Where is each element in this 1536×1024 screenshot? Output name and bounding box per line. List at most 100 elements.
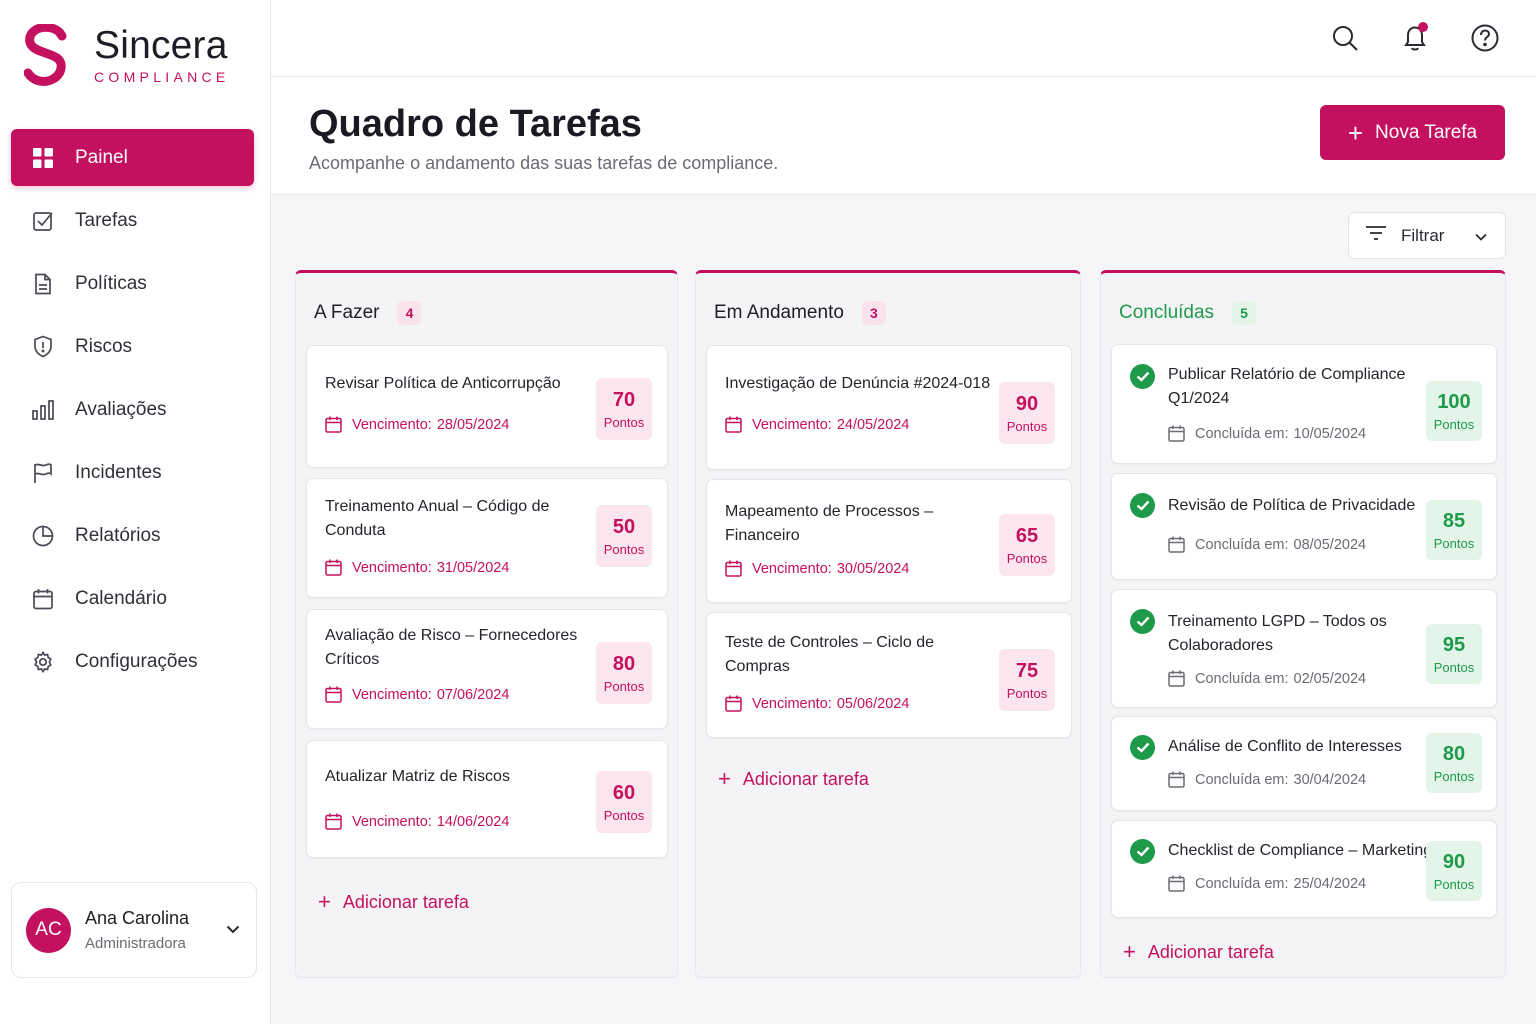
task-card[interactable]: Treinamento Anual – Código de Conduta Ve… bbox=[306, 478, 668, 598]
check-circle-icon bbox=[1130, 493, 1155, 518]
calendar-icon bbox=[725, 560, 742, 577]
topbar bbox=[271, 0, 1536, 77]
column-count-badge: 4 bbox=[397, 301, 422, 325]
calendar-icon bbox=[1168, 875, 1185, 892]
filter-button[interactable]: Filtrar bbox=[1348, 212, 1506, 259]
sidebar-item-label: Políticas bbox=[75, 272, 147, 294]
column-concluidas: Concluídas 5 Publicar Relatório de Compl… bbox=[1100, 270, 1506, 978]
plus-icon: + bbox=[718, 766, 731, 791]
check-circle-icon bbox=[1130, 609, 1155, 634]
sidebar-item-label: Relatórios bbox=[75, 524, 161, 546]
plus-icon: + bbox=[1347, 117, 1364, 148]
sidebar-item-label: Incidentes bbox=[75, 461, 162, 483]
brand-subtitle: COMPLIANCE bbox=[94, 69, 230, 85]
help-icon[interactable] bbox=[1469, 22, 1501, 54]
sidebar-item-label: Riscos bbox=[75, 335, 133, 357]
points-badge: 65 Pontos bbox=[999, 514, 1055, 576]
sidebar-item-label: Painel bbox=[75, 146, 128, 168]
task-completed-date: Concluída em: 10/05/2024 bbox=[1168, 425, 1366, 442]
points-badge: 85 Pontos bbox=[1426, 500, 1482, 560]
task-title: Atualizar Matriz de Riscos bbox=[325, 768, 510, 785]
calendar-icon bbox=[725, 416, 742, 433]
column-em-andamento: Em Andamento 3 Investigação de Denúncia … bbox=[695, 270, 1081, 978]
sidebar-item-tarefas[interactable]: Tarefas bbox=[11, 192, 254, 249]
new-task-button[interactable]: + Nova Tarefa bbox=[1320, 105, 1505, 160]
task-completed-date: Concluída em: 25/04/2024 bbox=[1168, 875, 1366, 892]
sidebar-item-riscos[interactable]: Riscos bbox=[11, 318, 254, 375]
avatar: AC bbox=[26, 907, 71, 953]
calendar-icon bbox=[325, 559, 342, 576]
calendar-icon bbox=[1168, 536, 1185, 553]
chevron-down-icon bbox=[1475, 226, 1487, 246]
points-badge: 75 Pontos bbox=[999, 649, 1055, 711]
add-task-button[interactable]: + Adicionar tarefa bbox=[1123, 941, 1274, 963]
bar-chart-icon bbox=[31, 398, 55, 422]
task-title: Teste de Controles – Ciclo de Compras bbox=[725, 634, 934, 675]
task-title: Checklist de Compliance – Marketing bbox=[1168, 842, 1433, 859]
column-a-fazer: A Fazer 4 Revisar Política de Anticorrup… bbox=[295, 270, 678, 978]
column-title: Em Andamento bbox=[714, 302, 844, 323]
column-count-badge: 3 bbox=[861, 301, 886, 325]
task-card[interactable]: Teste de Controles – Ciclo de Compras Ve… bbox=[706, 612, 1072, 738]
task-card[interactable]: Atualizar Matriz de Riscos Vencimento: 1… bbox=[306, 740, 668, 858]
points-badge: 70 Pontos bbox=[596, 378, 652, 440]
sidebar: Sincera COMPLIANCE Painel Tarefas Políti… bbox=[0, 0, 271, 1024]
task-card[interactable]: Revisão de Política de Privacidade Concl… bbox=[1111, 473, 1497, 580]
task-completed-date: Concluída em: 08/05/2024 bbox=[1168, 536, 1366, 553]
checkbox-icon bbox=[31, 209, 55, 233]
gear-icon bbox=[31, 650, 55, 674]
task-card[interactable]: Treinamento LGPD – Todos os Colaboradore… bbox=[1111, 589, 1497, 708]
task-card[interactable]: Avaliação de Risco – Fornecedores Crític… bbox=[306, 609, 668, 729]
sidebar-item-politicas[interactable]: Políticas bbox=[11, 255, 254, 312]
points-badge: 90 Pontos bbox=[1426, 841, 1482, 901]
user-name: Ana Carolina bbox=[85, 908, 190, 928]
task-title: Treinamento LGPD – Todos os Colaboradore… bbox=[1168, 613, 1387, 654]
sidebar-item-avaliacoes[interactable]: Avaliações bbox=[11, 381, 254, 438]
task-title: Publicar Relatório de Compliance Q1/2024 bbox=[1168, 366, 1406, 407]
calendar-icon bbox=[1168, 670, 1185, 687]
task-due-date: Vencimento: 14/06/2024 bbox=[325, 813, 509, 830]
sidebar-item-incidentes[interactable]: Incidentes bbox=[11, 444, 254, 501]
task-card[interactable]: Revisar Política de Anticorrupção Vencim… bbox=[306, 345, 668, 468]
task-title: Treinamento Anual – Código de Conduta bbox=[325, 498, 550, 539]
user-menu[interactable]: AC Ana Carolina Administradora bbox=[11, 882, 257, 978]
sidebar-item-relatorios[interactable]: Relatórios bbox=[11, 507, 254, 564]
points-badge: 95 Pontos bbox=[1426, 624, 1482, 684]
task-card[interactable]: Publicar Relatório de Compliance Q1/2024… bbox=[1111, 344, 1497, 464]
chevron-down-icon[interactable] bbox=[226, 921, 240, 939]
page-header: Quadro de Tarefas Acompanhe o andamento … bbox=[271, 77, 1536, 195]
search-icon[interactable] bbox=[1329, 22, 1361, 54]
task-card[interactable]: Análise de Conflito de Interesses Conclu… bbox=[1111, 716, 1497, 811]
flag-icon bbox=[31, 461, 55, 485]
task-title: Mapeamento de Processos – Financeiro bbox=[725, 503, 934, 544]
plus-icon: + bbox=[318, 889, 331, 914]
task-card[interactable]: Mapeamento de Processos – Financeiro Ven… bbox=[706, 479, 1072, 603]
sidebar-item-label: Configurações bbox=[75, 650, 198, 672]
calendar-icon bbox=[325, 813, 342, 830]
task-title: Revisar Política de Anticorrupção bbox=[325, 375, 561, 392]
sidebar-item-configuracoes[interactable]: Configurações bbox=[11, 633, 254, 690]
points-badge: 80 Pontos bbox=[1426, 733, 1482, 793]
points-badge: 50 Pontos bbox=[596, 505, 652, 567]
bell-icon[interactable] bbox=[1399, 22, 1431, 54]
sidebar-item-calendario[interactable]: Calendário bbox=[11, 570, 254, 627]
add-task-button[interactable]: + Adicionar tarefa bbox=[718, 768, 869, 790]
task-due-date: Vencimento: 28/05/2024 bbox=[325, 416, 509, 433]
add-task-button[interactable]: + Adicionar tarefa bbox=[318, 891, 469, 913]
task-completed-date: Concluída em: 30/04/2024 bbox=[1168, 771, 1366, 788]
sidebar-item-painel[interactable]: Painel bbox=[11, 129, 254, 186]
page-title: Quadro de Tarefas bbox=[309, 103, 642, 145]
task-card[interactable]: Investigação de Denúncia #2024-018 Venci… bbox=[706, 345, 1072, 470]
filter-label: Filtrar bbox=[1401, 225, 1445, 245]
task-card[interactable]: Checklist de Compliance – Marketing Conc… bbox=[1111, 820, 1497, 918]
page-subtitle: Acompanhe o andamento das suas tarefas d… bbox=[309, 153, 779, 173]
task-completed-date: Concluída em: 02/05/2024 bbox=[1168, 670, 1366, 687]
shield-icon bbox=[31, 335, 55, 359]
pie-chart-icon bbox=[31, 524, 55, 548]
sidebar-nav: Painel Tarefas Políticas Riscos Avaliaçõ… bbox=[11, 129, 254, 696]
points-badge: 100 Pontos bbox=[1426, 381, 1482, 441]
check-circle-icon bbox=[1130, 735, 1155, 760]
calendar-icon bbox=[325, 416, 342, 433]
column-title: A Fazer bbox=[314, 302, 380, 323]
brand-logo[interactable]: Sincera COMPLIANCE bbox=[24, 24, 230, 86]
